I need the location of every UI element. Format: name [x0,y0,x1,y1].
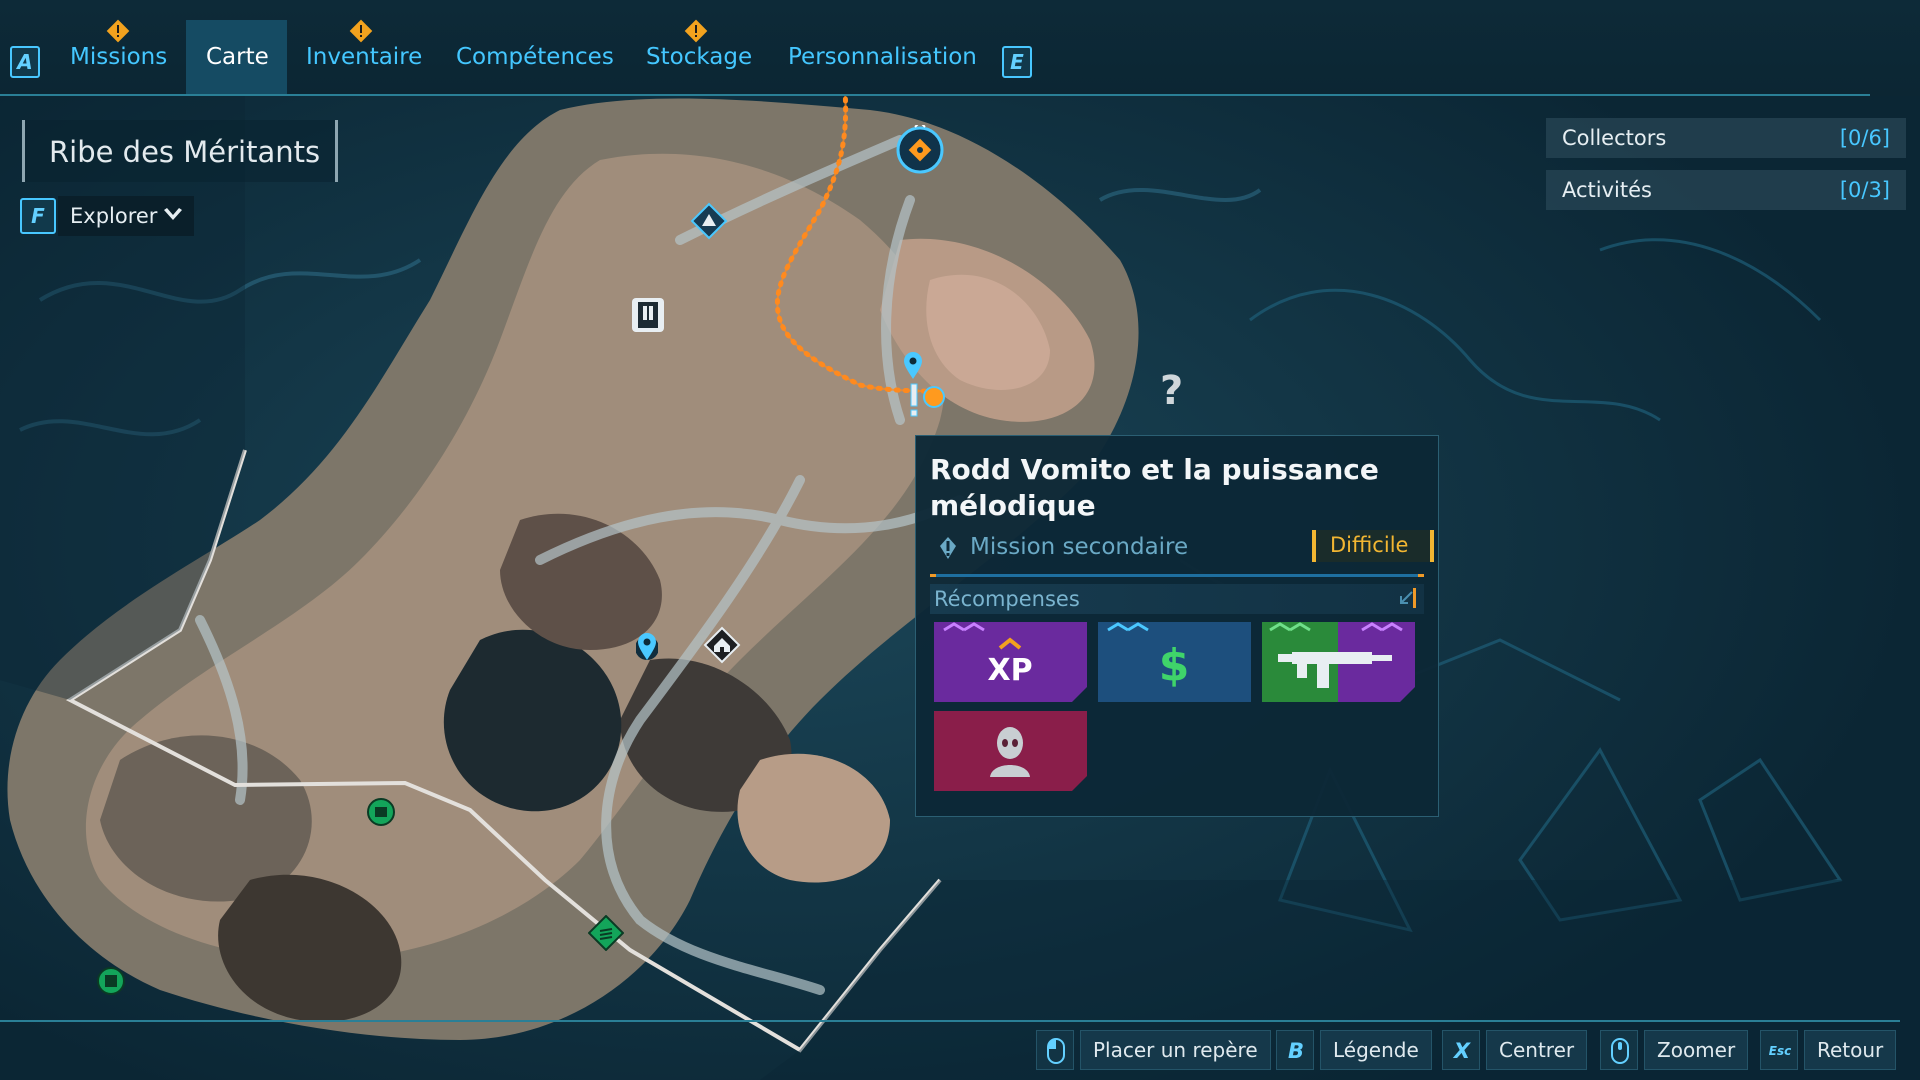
unknown-location-icon[interactable]: ? [1160,368,1183,414]
mission-type: Mission secondaire [970,534,1189,560]
tab-stockage[interactable]: Stockage [646,44,752,70]
hint-label: Placer un repère [1080,1030,1271,1070]
tab-missions[interactable]: Missions [70,44,167,70]
location-pin-icon[interactable] [635,632,659,662]
next-tab-key[interactable]: E [1002,46,1032,78]
reward-weapon[interactable] [1262,622,1415,702]
filter-label: Explorer [70,204,158,228]
tracker-count: [0/6] [1839,126,1890,150]
difficulty-badge: Difficile [1312,530,1434,562]
tab-inventaire[interactable]: Inventaire [306,44,422,70]
tracker-activites: Activités [0/3] [1546,170,1906,210]
xp-icon: XP [987,653,1032,688]
mouse-left-click-icon [1036,1030,1074,1070]
tracker-collectors: Collectors [0/6] [1546,118,1906,158]
rewards-header: Récompenses [930,584,1424,614]
alert-icon [684,19,708,43]
green-activity-icon[interactable] [96,966,126,996]
safehouse-icon[interactable] [703,626,741,664]
hint-label: Légende [1320,1030,1432,1070]
chevron-down-icon [162,198,184,238]
region-name-panel: Ribe des Méritants [22,120,338,182]
tracker-count: [0/3] [1839,178,1890,202]
region-name: Ribe des Méritants [49,135,321,169]
tab-carte[interactable]: Carte [206,44,269,70]
hint-label: Zoomer [1644,1030,1749,1070]
hint-key: X [1453,1039,1471,1063]
filter-dropdown[interactable]: Explorer [58,196,194,236]
mission-tooltip: Rodd Vomito et la puissance mélodique Mi… [915,435,1439,817]
tooltip-divider [930,574,1424,577]
corner-arrow-icon [1400,588,1416,608]
fast-travel-icon[interactable] [690,202,728,240]
reward-cash[interactable]: $ [1098,622,1251,702]
vendor-icon[interactable] [630,296,666,334]
green-activity-icon[interactable] [587,914,625,952]
hint-label: Retour [1804,1030,1897,1070]
rewards-label: Récompenses [934,587,1080,611]
side-mission-icon [940,537,956,559]
alert-icon [349,19,373,43]
location-pin-icon[interactable] [903,352,923,380]
prev-tab-key[interactable]: A [10,46,40,78]
alert-icon [106,19,130,43]
hint-key: Esc [1768,1044,1792,1058]
tab-competences[interactable]: Compétences [456,44,614,70]
top-divider [0,94,1870,96]
mission-title: Rodd Vomito et la puissance mélodique [930,453,1379,522]
bottom-divider [0,1020,1900,1022]
mouse-wheel-icon [1600,1030,1638,1070]
side-mission-icon[interactable] [900,382,948,422]
tracker-label: Activités [1562,178,1652,202]
tracker-label: Collectors [1562,126,1667,150]
quest-objective-marker[interactable] [895,120,945,175]
difficulty-label: Difficile [1330,533,1409,557]
reward-cosmetic[interactable] [934,711,1087,791]
reward-xp[interactable]: XP [934,622,1087,702]
green-activity-icon[interactable] [366,797,396,827]
hint-label: Centrer [1486,1030,1588,1070]
filter-key[interactable]: F [20,198,56,234]
cash-icon: $ [1159,640,1190,691]
hint-key: B [1287,1039,1304,1063]
tab-personnalisation[interactable]: Personnalisation [788,44,977,70]
